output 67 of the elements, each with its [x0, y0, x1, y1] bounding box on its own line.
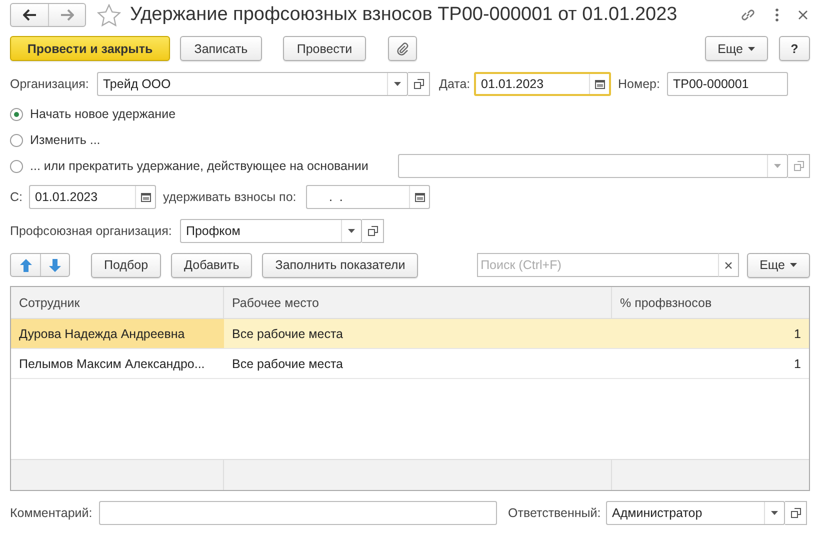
toolbar-button[interactable]: Провести — [283, 36, 366, 61]
open-icon[interactable] — [368, 226, 378, 236]
end-date-field[interactable]: . . — [306, 185, 430, 209]
radio-label[interactable]: ... или прекратить удержание, действующее на основании — [30, 159, 368, 173]
dropdown-caret-icon[interactable] — [348, 229, 355, 233]
column-header[interactable]: Рабочее место — [224, 287, 612, 318]
table-row[interactable]: Пелымов Максим Александро... Все рабочие места 1 — [11, 349, 809, 379]
caret-icon — [790, 263, 797, 267]
window-title: Удержание профсоюзных взносов ТР00-000001 от 01.01.2023 — [130, 4, 678, 26]
clear-icon[interactable] — [724, 262, 732, 268]
date-field[interactable]: 01.01.2023 — [474, 72, 611, 96]
more-icon[interactable] — [775, 8, 779, 22]
column-header[interactable]: % профвзносов — [612, 287, 809, 318]
open-icon[interactable] — [414, 79, 424, 89]
table-cell-text: Пелымов Максим Александро... — [18, 356, 206, 373]
radio-button[interactable] — [10, 134, 23, 146]
field-label: Ответственный: — [508, 506, 602, 520]
dropdown-caret-icon[interactable] — [771, 511, 778, 515]
close-icon[interactable] — [798, 10, 808, 20]
field-label: Организация: — [10, 77, 90, 91]
radio-label[interactable]: Начать новое удержание — [30, 107, 176, 121]
organization-field[interactable]: Трейд ООО — [97, 72, 408, 96]
table-toolbar-button[interactable]: Добавить — [171, 252, 252, 278]
help-button[interactable]: ? — [779, 36, 810, 61]
field-label: С: — [10, 190, 24, 204]
radio-label[interactable]: Изменить ... — [30, 133, 100, 147]
calendar-icon[interactable] — [594, 79, 604, 89]
field-label: Дата: — [439, 77, 472, 91]
link-icon[interactable] — [740, 7, 756, 23]
open-icon[interactable] — [790, 508, 800, 518]
column-header[interactable]: Сотрудник — [11, 287, 224, 318]
table-cell-text: 1 — [793, 326, 802, 342]
dropdown-caret-icon[interactable] — [394, 82, 401, 86]
calendar-icon[interactable] — [140, 192, 150, 202]
star-icon[interactable] — [97, 4, 121, 26]
table-cell-text: 1 — [793, 356, 802, 372]
post-and-close-button[interactable]: Провести и закрыть — [10, 36, 170, 61]
radio-button[interactable] — [10, 160, 23, 172]
field-label: Профсоюзная организация: — [10, 224, 173, 238]
field-label: Комментарий: — [10, 506, 94, 520]
back-arrow-icon — [22, 9, 36, 21]
field-label: удерживать взносы по: — [163, 190, 298, 204]
start-date-field[interactable]: 01.01.2023 — [29, 185, 156, 209]
radio-button[interactable] — [10, 108, 23, 120]
calendar-icon[interactable] — [414, 192, 424, 202]
down-arrow-icon — [49, 258, 61, 272]
number-field[interactable]: ТР00-000001 — [667, 72, 788, 96]
table-cell: Дурова Надежда Андреевна — [11, 319, 224, 348]
up-arrow-icon — [20, 258, 32, 272]
responsible-field[interactable]: Администратор — [606, 501, 785, 525]
forward-arrow-icon — [60, 9, 74, 21]
field-label: Номер: — [618, 77, 661, 91]
more-button[interactable]: Еще — [746, 252, 810, 278]
table-toolbar-button[interactable]: Подбор — [91, 252, 162, 278]
caret-icon — [748, 46, 755, 50]
search-field[interactable]: Поиск (Ctrl+F) — [476, 253, 719, 277]
union-field[interactable]: Профком — [180, 219, 362, 243]
table-row[interactable]: Дурова Надежда Андреевна Все рабочие места 1 — [11, 319, 809, 349]
toolbar-button[interactable]: Записать — [180, 36, 262, 61]
attach-button[interactable] — [388, 36, 417, 61]
table-cell-text: Все рабочие места — [231, 326, 344, 343]
paperclip-icon — [396, 42, 408, 56]
table-cell-text: Все рабочие места — [231, 356, 344, 373]
comment-field[interactable] — [99, 501, 497, 525]
table-toolbar-button[interactable]: Заполнить показатели — [262, 252, 418, 278]
more-button[interactable]: Еще — [704, 36, 768, 61]
basis-document-field[interactable] — [398, 154, 788, 178]
